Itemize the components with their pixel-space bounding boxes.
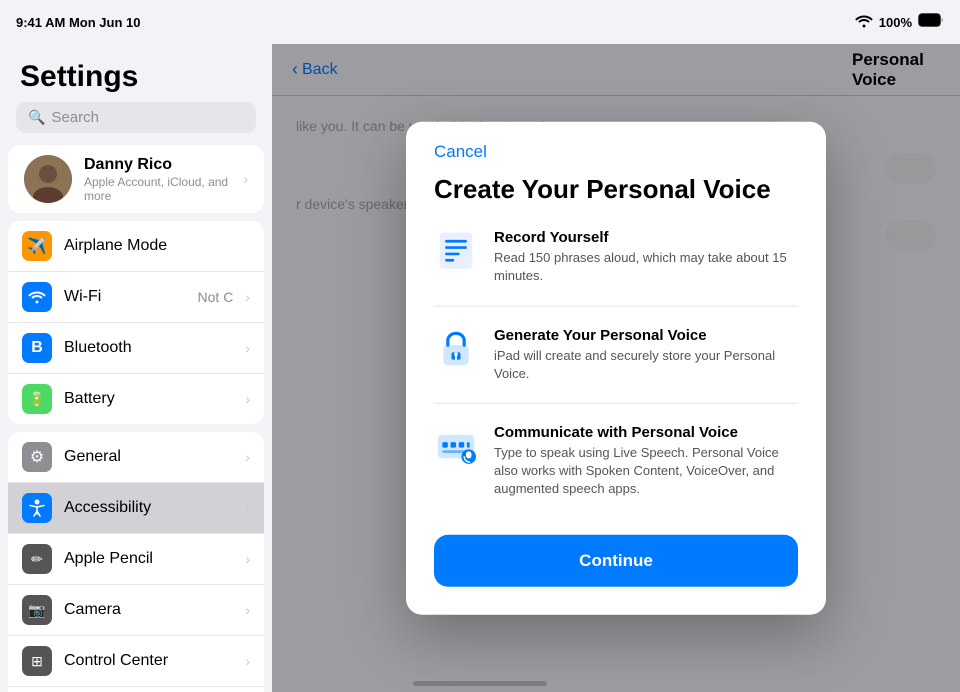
sidebar: Settings 🔍 Search Danny Rico Apple Accou… — [0, 44, 272, 692]
sidebar-item-control-center[interactable]: ⊞ Control Center › — [8, 636, 264, 687]
record-icon — [434, 229, 478, 273]
general-label: General — [64, 448, 233, 466]
airplane-mode-label: Airplane Mode — [64, 237, 250, 255]
user-row[interactable]: Danny Rico Apple Account, iCloud, and mo… — [8, 145, 264, 213]
camera-chevron: › — [245, 602, 250, 618]
sidebar-item-apple-pencil[interactable]: ✏ Apple Pencil › — [8, 534, 264, 585]
sidebar-item-battery[interactable]: 🔋 Battery › — [8, 374, 264, 424]
wifi-value: Not C — [198, 289, 234, 305]
sidebar-item-wifi[interactable]: Wi-Fi Not C › — [8, 272, 264, 323]
control-center-label: Control Center — [64, 652, 233, 670]
apple-pencil-chevron: › — [245, 551, 250, 567]
step-communicate: Communicate with Personal Voice Type to … — [434, 424, 798, 499]
step-communicate-text: Communicate with Personal Voice Type to … — [494, 424, 798, 499]
user-info: Danny Rico Apple Account, iCloud, and mo… — [84, 156, 231, 203]
avatar — [24, 155, 72, 203]
apple-pencil-label: Apple Pencil — [64, 550, 233, 568]
search-placeholder: Search — [51, 109, 99, 126]
user-row-chevron: › — [243, 171, 248, 187]
step-generate: Generate Your Personal Voice iPad will c… — [434, 326, 798, 382]
battery-settings-icon: 🔋 — [22, 384, 52, 414]
step-communicate-desc: Type to speak using Live Speech. Persona… — [494, 444, 798, 499]
right-panel: ‹ Back Personal Voice like you. It can b… — [272, 44, 960, 692]
step-record-desc: Read 150 phrases aloud, which may take a… — [494, 249, 798, 285]
continue-button[interactable]: Continue — [434, 534, 798, 586]
step-generate-text: Generate Your Personal Voice iPad will c… — [494, 326, 798, 382]
wifi-icon — [855, 14, 873, 31]
step-record-title: Record Yourself — [494, 229, 798, 246]
sidebar-item-camera[interactable]: 📷 Camera › — [8, 585, 264, 636]
wifi-label: Wi-Fi — [64, 288, 186, 306]
battery-percentage: 100% — [879, 15, 912, 30]
wifi-settings-icon — [22, 282, 52, 312]
accessibility-chevron: › — [245, 500, 250, 516]
sidebar-item-bluetooth[interactable]: B Bluetooth › — [8, 323, 264, 374]
sidebar-item-accessibility[interactable]: Accessibility › — [8, 483, 264, 534]
control-center-icon: ⊞ — [22, 646, 52, 676]
accessibility-label: Accessibility — [64, 499, 233, 517]
create-personal-voice-modal: Cancel Create Your Personal Voice Record… — [406, 122, 826, 615]
camera-icon: 📷 — [22, 595, 52, 625]
divider-2 — [434, 403, 798, 404]
accessibility-icon — [22, 493, 52, 523]
user-sub: Apple Account, iCloud, and more — [84, 175, 231, 203]
generate-icon — [434, 326, 478, 370]
general-icon: ⚙ — [22, 442, 52, 472]
sidebar-item-airplane-mode[interactable]: ✈️ Airplane Mode — [8, 221, 264, 272]
communicate-icon — [434, 424, 478, 468]
step-record: Record Yourself Read 150 phrases aloud, … — [434, 229, 798, 285]
control-center-chevron: › — [245, 653, 250, 669]
divider-1 — [434, 305, 798, 306]
sidebar-item-display[interactable]: ☀ Display & Brightness › — [8, 687, 264, 692]
camera-label: Camera — [64, 601, 233, 619]
battery-icon — [918, 13, 944, 32]
battery-chevron: › — [245, 391, 250, 407]
search-icon: 🔍 — [28, 109, 45, 126]
step-record-text: Record Yourself Read 150 phrases aloud, … — [494, 229, 798, 285]
sidebar-item-general[interactable]: ⚙ General › — [8, 432, 264, 483]
step-generate-desc: iPad will create and securely store your… — [494, 346, 798, 382]
status-time: 9:41 AM Mon Jun 10 — [16, 15, 140, 30]
cancel-button[interactable]: Cancel — [434, 142, 487, 162]
user-name: Danny Rico — [84, 156, 231, 174]
airplane-mode-icon: ✈️ — [22, 231, 52, 261]
wifi-chevron: › — [245, 289, 250, 305]
sidebar-title: Settings — [0, 44, 272, 102]
step-generate-title: Generate Your Personal Voice — [494, 326, 798, 343]
settings-section-connectivity: ✈️ Airplane Mode Wi-Fi Not C › B Bluetoo… — [8, 221, 264, 424]
bluetooth-label: Bluetooth — [64, 339, 233, 357]
bluetooth-icon: B — [22, 333, 52, 363]
status-icons: 100% — [855, 13, 944, 32]
battery-label: Battery — [64, 390, 233, 408]
apple-pencil-icon: ✏ — [22, 544, 52, 574]
search-bar[interactable]: 🔍 Search — [16, 102, 256, 133]
general-chevron: › — [245, 449, 250, 465]
settings-section-general: ⚙ General › Accessibility › — [8, 432, 264, 692]
home-indicator — [413, 681, 547, 686]
step-communicate-title: Communicate with Personal Voice — [494, 424, 798, 441]
modal-title: Create Your Personal Voice — [434, 174, 798, 205]
status-bar: 9:41 AM Mon Jun 10 100% — [0, 0, 960, 44]
app-container: Settings 🔍 Search Danny Rico Apple Accou… — [0, 44, 960, 692]
bluetooth-chevron: › — [245, 340, 250, 356]
